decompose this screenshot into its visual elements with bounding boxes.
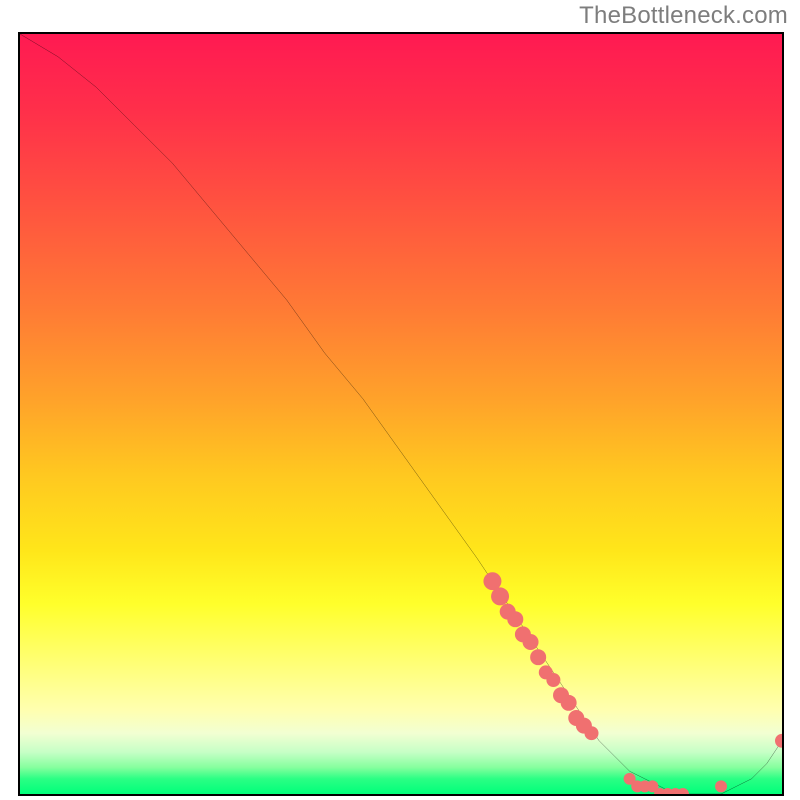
bottleneck-curve	[20, 34, 782, 794]
highlight-dot	[530, 649, 546, 665]
highlight-dot	[715, 780, 727, 792]
highlight-dot	[546, 673, 560, 687]
highlight-dot	[507, 611, 523, 627]
highlight-dot	[491, 587, 509, 605]
watermark-text: TheBottleneck.com	[579, 2, 788, 30]
highlight-dot	[677, 788, 689, 794]
curve-layer	[20, 34, 782, 794]
plot-area	[18, 32, 784, 796]
highlight-dot	[523, 634, 539, 650]
highlight-dot	[584, 726, 598, 740]
chart-frame: TheBottleneck.com	[0, 0, 800, 800]
highlight-dot	[775, 734, 782, 748]
highlight-dot	[483, 572, 501, 590]
highlight-dot	[561, 695, 577, 711]
highlight-dots	[483, 572, 782, 794]
